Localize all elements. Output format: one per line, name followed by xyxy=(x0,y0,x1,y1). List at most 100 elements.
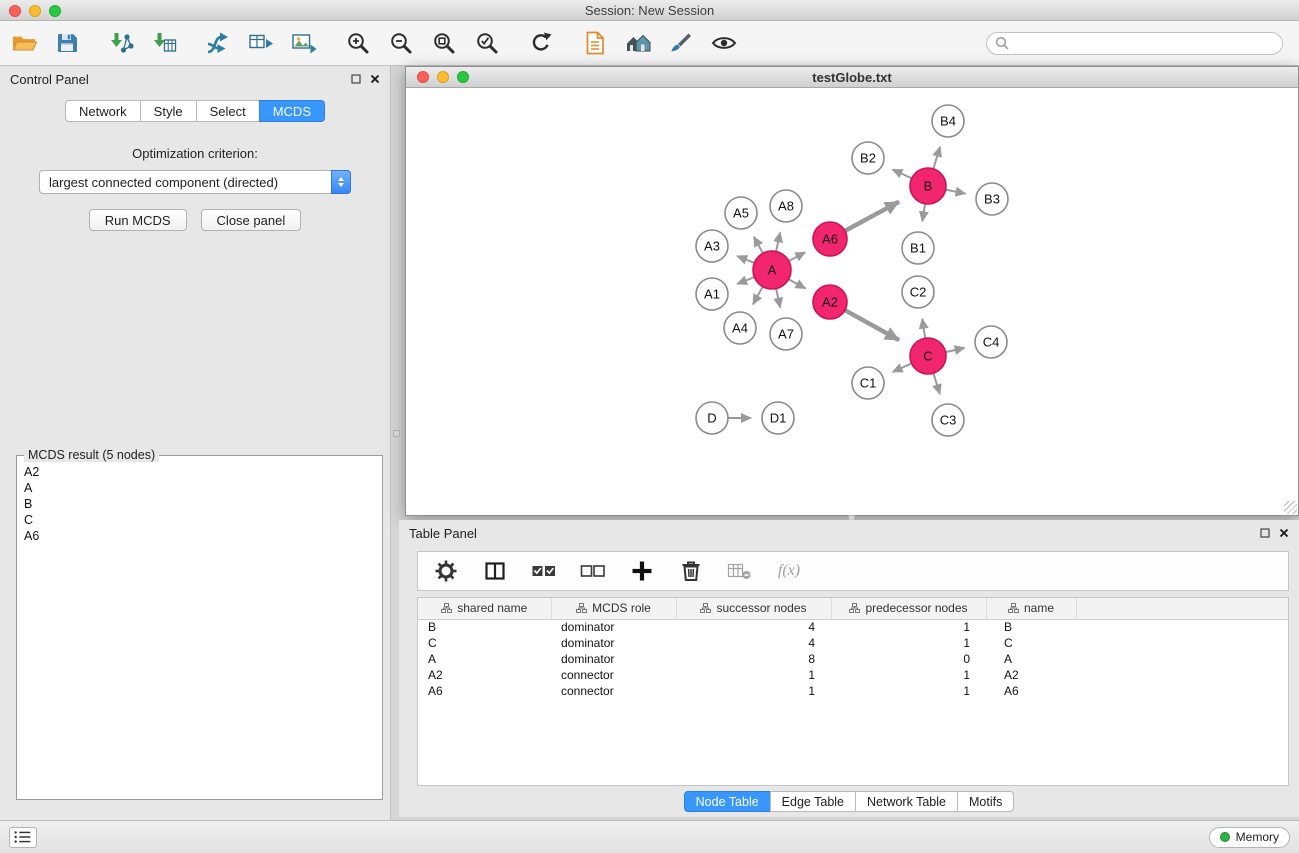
layout-button[interactable] xyxy=(204,29,232,57)
graph-edge-A-A5[interactable] xyxy=(754,237,763,254)
optimization-criterion-select[interactable]: largest connected component (directed) xyxy=(39,170,351,194)
graph-edge-B-B2[interactable] xyxy=(893,169,912,178)
style-brush-button[interactable] xyxy=(667,29,695,57)
graph-edge-A-A8[interactable] xyxy=(776,232,780,251)
graph-node-A4[interactable]: A4 xyxy=(724,312,756,344)
function-builder-button[interactable]: f(x) xyxy=(775,557,803,585)
graph-node-B4[interactable]: B4 xyxy=(932,105,964,137)
table-row[interactable]: A6connector11A6 xyxy=(418,683,1288,699)
graph-node-B2[interactable]: B2 xyxy=(852,142,884,174)
graph-node-A5[interactable]: A5 xyxy=(725,197,757,229)
graph-edge-A-A7[interactable] xyxy=(776,289,780,308)
graph-node-C2[interactable]: C2 xyxy=(902,276,934,308)
import-table-button[interactable] xyxy=(150,29,178,57)
tab-network[interactable]: Network xyxy=(65,100,141,122)
zoom-in-button[interactable] xyxy=(344,29,372,57)
export-image-button[interactable] xyxy=(290,29,318,57)
close-panel-button[interactable]: Close panel xyxy=(201,209,302,231)
zoom-fit-button[interactable] xyxy=(430,29,458,57)
network-window-titlebar[interactable]: testGlobe.txt xyxy=(406,67,1298,88)
graph-node-label: C1 xyxy=(860,376,877,391)
table-settings-button[interactable] xyxy=(432,557,460,585)
network-graph[interactable]: A A1 A2 A3 A4 A5 A6 A7 A8 B B1 B2 B3 B4 C C1 C2 C3 C4 D D1 xyxy=(406,88,1298,515)
task-history-button[interactable] xyxy=(9,827,37,848)
zoom-out-button[interactable] xyxy=(387,29,415,57)
import-network-button[interactable] xyxy=(107,29,135,57)
graph-node-D[interactable]: D xyxy=(696,402,728,434)
vertical-splitter-handle[interactable] xyxy=(393,430,400,437)
close-panel-icon[interactable] xyxy=(370,74,380,84)
search-input[interactable] xyxy=(1014,36,1274,50)
graph-node-A[interactable]: A xyxy=(753,251,791,289)
graph-edge-C-C4[interactable] xyxy=(946,348,965,352)
refresh-button[interactable] xyxy=(527,29,555,57)
search-field[interactable] xyxy=(986,32,1283,55)
graph-edge-C-C3[interactable] xyxy=(933,373,940,394)
add-column-button[interactable] xyxy=(628,557,656,585)
tab-mcds[interactable]: MCDS xyxy=(259,100,325,122)
graph-node-A7[interactable]: A7 xyxy=(770,318,802,350)
graph-node-A6[interactable]: A6 xyxy=(813,222,847,256)
cell-filler xyxy=(1076,635,1288,651)
export-document-button[interactable] xyxy=(581,29,609,57)
graph-node-D1[interactable]: D1 xyxy=(762,402,794,434)
graph-node-C4[interactable]: C4 xyxy=(975,326,1007,358)
graph-edge-A-A3[interactable] xyxy=(737,256,754,263)
new-network-from-table-button[interactable] xyxy=(247,29,275,57)
graph-node-B3[interactable]: B3 xyxy=(976,183,1008,215)
graph-node-C[interactable]: C xyxy=(910,338,946,374)
show-columns-button[interactable] xyxy=(481,557,509,585)
graph-edge-C-C1[interactable] xyxy=(893,363,912,372)
graph-node-A3[interactable]: A3 xyxy=(696,230,728,262)
delete-table-button[interactable] xyxy=(726,557,754,585)
tab-motifs[interactable]: Motifs xyxy=(957,791,1014,812)
table-row[interactable]: Adominator80A xyxy=(418,651,1288,667)
session-title: Session: New Session xyxy=(0,3,1299,18)
column-header-successor-nodes[interactable]: successor nodes xyxy=(676,598,831,619)
graph-node-B1[interactable]: B1 xyxy=(902,232,934,264)
column-header-name[interactable]: name xyxy=(986,598,1076,619)
tab-node-table[interactable]: Node Table xyxy=(684,791,771,812)
tab-network-table[interactable]: Network Table xyxy=(855,791,958,812)
run-mcds-button[interactable]: Run MCDS xyxy=(89,209,187,231)
tab-select[interactable]: Select xyxy=(196,100,260,122)
graph-edge-A-A2[interactable] xyxy=(789,279,806,288)
network-canvas[interactable]: A A1 A2 A3 A4 A5 A6 A7 A8 B B1 B2 B3 B4 C C1 C2 C3 C4 D D1 xyxy=(406,88,1298,515)
open-file-button[interactable] xyxy=(10,29,38,57)
delete-column-button[interactable] xyxy=(677,557,705,585)
graph-edge-A-A4[interactable] xyxy=(753,287,763,305)
graph-edge-A-A6[interactable] xyxy=(789,252,806,261)
close-table-panel-icon[interactable] xyxy=(1279,528,1289,538)
graph-edge-B-B3[interactable] xyxy=(946,190,966,194)
column-header-mcds-role[interactable]: MCDS role xyxy=(551,598,676,619)
select-all-button[interactable] xyxy=(530,557,558,585)
graph-node-C3[interactable]: C3 xyxy=(932,404,964,436)
column-header-shared-name[interactable]: shared name xyxy=(418,598,551,619)
table-row[interactable]: Cdominator41C xyxy=(418,635,1288,651)
show-hide-button[interactable] xyxy=(710,29,738,57)
graph-edge-A2-C[interactable] xyxy=(845,310,899,340)
graph-node-B[interactable]: B xyxy=(910,168,946,204)
graph-edge-B-B1[interactable] xyxy=(922,204,925,222)
window-resize-handle[interactable] xyxy=(1284,501,1297,514)
column-header-predecessor-nodes[interactable]: predecessor nodes xyxy=(831,598,986,619)
table-row[interactable]: A2connector11A2 xyxy=(418,667,1288,683)
graph-node-A2[interactable]: A2 xyxy=(813,285,847,319)
graph-edge-A6-B[interactable] xyxy=(845,202,899,231)
tab-style[interactable]: Style xyxy=(140,100,197,122)
first-neighbors-button[interactable] xyxy=(624,29,652,57)
graph-node-A1[interactable]: A1 xyxy=(696,278,728,310)
graph-edge-C-C2[interactable] xyxy=(922,319,925,339)
graph-edge-A-A1[interactable] xyxy=(737,277,754,284)
deselect-all-button[interactable] xyxy=(579,557,607,585)
graph-node-C1[interactable]: C1 xyxy=(852,367,884,399)
memory-button[interactable]: Memory xyxy=(1209,827,1290,848)
table-row[interactable]: Bdominator41B xyxy=(418,619,1288,635)
save-session-button[interactable] xyxy=(53,29,81,57)
graph-edge-B-B4[interactable] xyxy=(933,147,940,169)
float-table-panel-icon[interactable] xyxy=(1260,528,1270,538)
zoom-selected-button[interactable] xyxy=(473,29,501,57)
float-panel-icon[interactable] xyxy=(351,74,361,84)
tab-edge-table[interactable]: Edge Table xyxy=(770,791,856,812)
graph-node-A8[interactable]: A8 xyxy=(770,190,802,222)
